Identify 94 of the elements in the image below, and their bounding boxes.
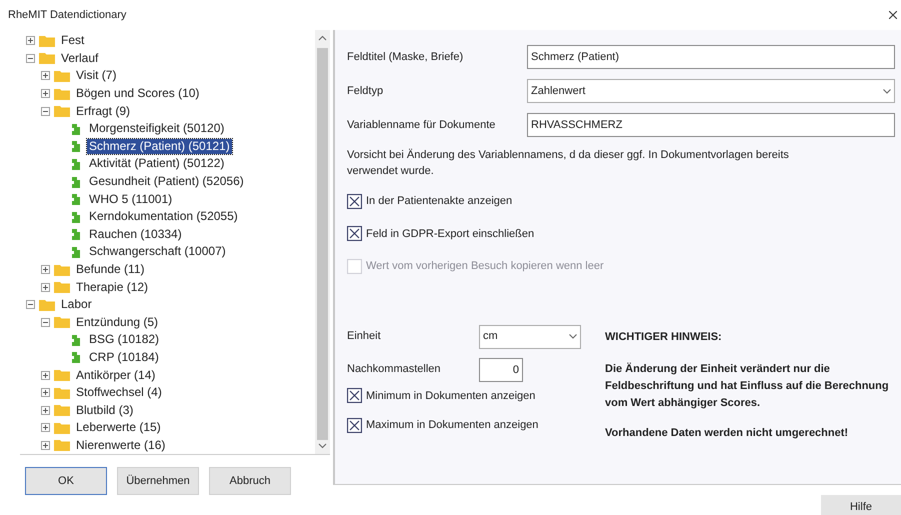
folder-icon <box>54 404 70 416</box>
field-icon <box>69 350 83 364</box>
checkbox[interactable] <box>347 194 362 209</box>
folder-icon <box>54 439 70 452</box>
folder-icon <box>54 70 70 82</box>
field-icon <box>69 156 83 171</box>
field-icon <box>69 332 83 347</box>
checkbox-label: Feld in GDPR-Export einschließen <box>366 226 534 242</box>
tree-item[interactable]: Leberwerte (15) <box>74 420 163 436</box>
select-field[interactable]: Zahlenwert <box>527 79 895 103</box>
collapse-icon[interactable] <box>26 54 35 63</box>
field-label: Feldtitel (Maske, Briefe) <box>347 50 464 65</box>
dialog-button[interactable]: Abbruch <box>209 467 291 495</box>
tree-item[interactable]: Gesundheit (Patient) (52056) <box>87 174 246 190</box>
tree-item[interactable]: Therapie (12) <box>74 280 150 295</box>
checkbox[interactable] <box>347 226 362 242</box>
tree-item[interactable]: Blutbild (3) <box>74 402 136 418</box>
tree-item[interactable]: CRP (10184) <box>87 350 161 365</box>
field-icon <box>69 227 83 242</box>
notice-title: WICHTIGER HINWEIS: <box>605 330 723 344</box>
field-icon <box>69 192 83 206</box>
tree-item[interactable]: Befunde (11) <box>74 262 146 278</box>
tree-item[interactable]: Labor <box>59 297 94 312</box>
tree-item[interactable]: Nierenwerte (16) <box>74 438 168 453</box>
checkbox-label: In der Patientenakte anzeigen <box>366 194 512 209</box>
expand-icon[interactable] <box>41 370 50 380</box>
unit-label: Einheit <box>347 329 382 344</box>
tree-item[interactable]: Morgensteifigkeit (50120) <box>87 121 226 136</box>
tree-item[interactable]: Stoffwechsel (4) <box>74 385 164 400</box>
collapse-icon[interactable] <box>41 106 50 116</box>
folder-icon <box>54 264 70 276</box>
field-icon <box>69 139 83 154</box>
tree-item[interactable]: Erfragt (9) <box>74 104 132 119</box>
folder-icon <box>39 298 55 311</box>
folder-icon <box>54 316 70 328</box>
field-icon <box>69 244 83 259</box>
tree-item[interactable]: Antikörper (14) <box>74 368 158 383</box>
folder-icon <box>54 105 70 118</box>
folder-icon <box>54 422 70 434</box>
tree-item[interactable]: Rauchen (10334) <box>87 226 184 242</box>
checkbox[interactable] <box>347 418 362 433</box>
field-label: Variablenname für Dokumente <box>347 118 496 133</box>
tree-item[interactable]: Visit (7) <box>74 68 118 84</box>
checkbox[interactable] <box>347 388 362 404</box>
collapse-icon[interactable] <box>26 300 35 310</box>
dialog-button[interactable]: Übernehmen <box>117 467 199 495</box>
close-icon[interactable] <box>889 11 897 19</box>
expand-icon[interactable] <box>26 36 35 46</box>
expand-icon[interactable] <box>41 71 50 80</box>
warning-text: Vorsicht bei Änderung des Variablennamens, d da dieser ggf. In Dokumentvorlagen bereits verwendet wurde. <box>347 148 790 179</box>
field-icon <box>69 174 83 189</box>
expand-icon[interactable] <box>41 265 50 274</box>
checkbox-label: Wert vom vorherigen Besuch kopieren wenn leer <box>366 259 604 274</box>
field-label: Feldtyp <box>347 84 384 99</box>
unit-select[interactable]: cm <box>479 324 581 348</box>
tree-item[interactable]: Kerndokumentation (52055) <box>87 209 240 224</box>
field-icon <box>69 210 83 224</box>
expand-icon[interactable] <box>41 388 50 398</box>
tree-item[interactable]: Verlauf <box>59 50 100 66</box>
help-button[interactable]: Hilfe <box>821 495 901 515</box>
folder-icon <box>54 88 70 100</box>
tree-item[interactable]: Fest <box>59 33 86 48</box>
tree-item[interactable]: Schmerz (Patient) (50121) <box>87 138 232 154</box>
expand-icon[interactable] <box>41 282 50 292</box>
notice-note: Vorhandene Daten werden nicht umgerechnet! <box>605 426 850 440</box>
tree-item[interactable]: Entzündung (5) <box>74 314 160 330</box>
decimals-label: Nachkommastellen <box>347 362 442 378</box>
notice-text: Die Änderung der Einheit verändert nur die Feldbeschriftung und hat Einfluss auf die Berechnung vom Wert abhängiger Scores. <box>605 362 890 410</box>
field-icon <box>69 122 83 136</box>
tree-item[interactable]: Bögen und Scores (10) <box>74 86 202 102</box>
expand-icon[interactable] <box>41 440 50 450</box>
decimals-field[interactable]: 0 <box>479 358 523 382</box>
folder-icon <box>54 281 70 294</box>
window-title: RheMIT Datendictionary <box>8 8 126 23</box>
ok-button[interactable]: OK <box>25 467 107 495</box>
checkbox-label: Maximum in Dokumenten anzeigen <box>366 418 538 433</box>
tree-item[interactable]: Aktivität (Patient) (50122) <box>87 156 226 172</box>
expand-icon[interactable] <box>41 406 50 415</box>
folder-icon <box>39 34 55 47</box>
folder-icon <box>54 386 70 399</box>
collapse-icon[interactable] <box>41 318 50 327</box>
tree-item[interactable]: Schwangerschaft (10007) <box>87 244 228 260</box>
text-field[interactable]: RHVASSCHMERZ <box>527 113 895 137</box>
tree-item[interactable]: WHO 5 (11001) <box>87 192 174 207</box>
checkbox-label: Minimum in Dokumenten anzeigen <box>366 388 536 404</box>
expand-icon[interactable] <box>41 89 50 98</box>
folder-icon <box>54 369 70 382</box>
text-field[interactable]: Schmerz (Patient) <box>527 45 895 69</box>
scrollbar[interactable] <box>315 30 330 454</box>
chevron-down-icon <box>569 334 577 339</box>
expand-icon[interactable] <box>41 423 50 432</box>
folder-icon <box>39 52 55 64</box>
tree-item[interactable]: BSG (10182) <box>87 332 162 348</box>
chevron-down-icon <box>883 88 891 94</box>
